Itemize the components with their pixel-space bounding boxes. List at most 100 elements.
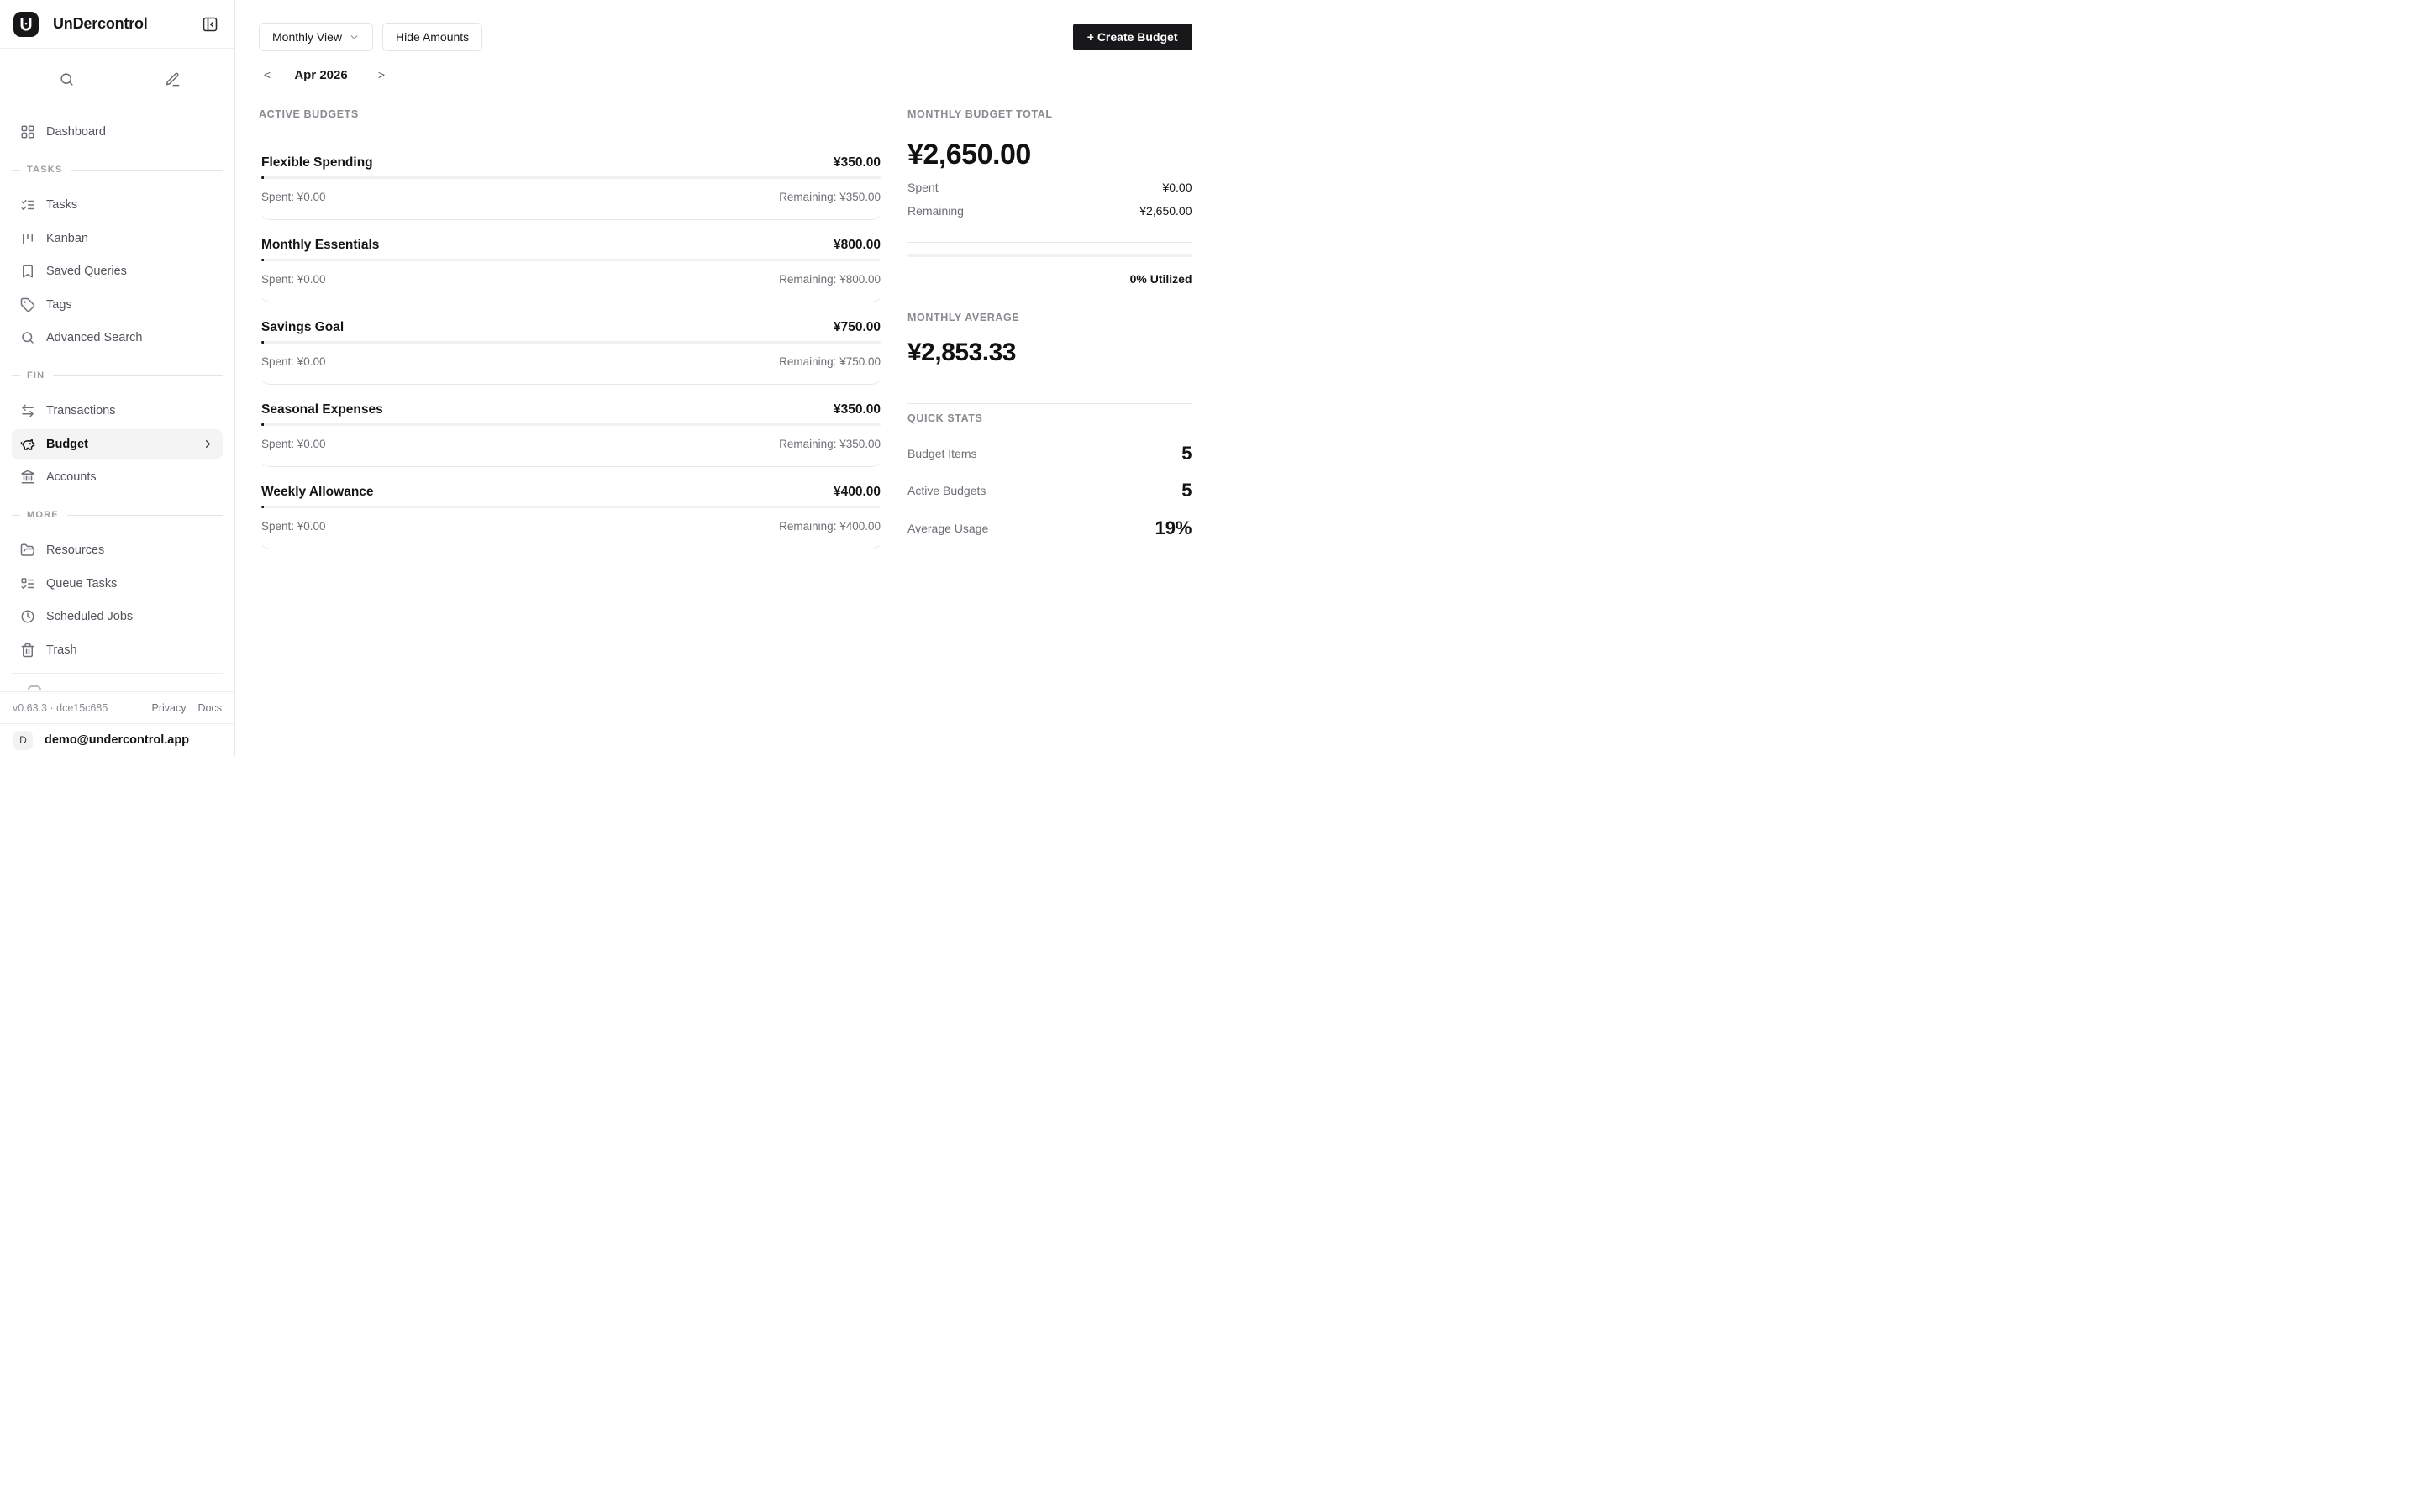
stat-value: 5: [1181, 480, 1192, 501]
budget-card[interactable]: Savings Goal ¥750.00 Spent: ¥0.00 Remain…: [259, 303, 883, 385]
view-selector-dropdown[interactable]: Monthly View: [259, 23, 373, 51]
sidebar-item-label: Resources: [46, 543, 104, 557]
budget-progress-bar: [261, 423, 881, 426]
sidebar-item-queue-tasks[interactable]: Queue Tasks: [12, 569, 223, 599]
stat-value: 5: [1181, 443, 1192, 465]
sidebar-item-dashboard[interactable]: Dashboard: [12, 117, 223, 147]
sidebar-item-scheduled-jobs[interactable]: Scheduled Jobs: [12, 601, 223, 632]
budget-remaining: Remaining: ¥750.00: [779, 355, 881, 368]
docs-link[interactable]: Docs: [198, 702, 222, 714]
avatar: D: [13, 731, 33, 750]
sidebar-item-label: Scheduled Jobs: [46, 610, 133, 623]
sidebar-item-budget[interactable]: Budget: [12, 429, 223, 459]
budget-list: Flexible Spending ¥350.00 Spent: ¥0.00 R…: [259, 139, 883, 549]
sidebar-nav: Dashboard TASKS Tasks: [0, 102, 234, 691]
budget-amount: ¥750.00: [834, 320, 881, 335]
sidebar-item-label: Kanban: [46, 232, 88, 245]
app-window: UnDercontrol: [0, 0, 1210, 756]
section-tasks-items: Tasks Kanban Saved: [12, 190, 223, 353]
sidebar-item-tasks[interactable]: Tasks: [12, 190, 223, 220]
budget-name: Savings Goal: [261, 320, 344, 335]
budget-spent: Spent: ¥0.00: [261, 355, 326, 368]
edit-pen-icon[interactable]: [160, 67, 184, 91]
budget-progress-bar: [261, 341, 881, 344]
budget-remaining: Remaining: ¥350.00: [779, 438, 881, 450]
budget-name: Seasonal Expenses: [261, 402, 383, 417]
version-text: v0.63.3 · dce15c685: [13, 702, 108, 714]
sidebar-item-trash[interactable]: Trash: [12, 635, 223, 665]
budget-remaining: Remaining: ¥350.00: [779, 191, 881, 203]
next-month-button[interactable]: >: [373, 65, 390, 85]
sidebar-item-label: Trash: [46, 643, 77, 657]
app-logo: [13, 12, 39, 37]
budget-amount: ¥350.00: [834, 402, 881, 417]
list-checks-icon: [20, 197, 35, 213]
kanban-icon: [20, 231, 35, 246]
collapse-sidebar-icon[interactable]: [199, 13, 221, 35]
u-logo-icon: [18, 16, 34, 33]
spent-value: ¥0.00: [1162, 181, 1192, 194]
monthly-budget-total-amount: ¥2,650.00: [908, 137, 1192, 172]
budget-card[interactable]: Seasonal Expenses ¥350.00 Spent: ¥0.00 R…: [259, 386, 883, 467]
stat-label: Average Usage: [908, 522, 988, 535]
sidebar-item-label: Dashboard: [46, 125, 106, 139]
clock-icon: [20, 609, 35, 624]
budget-progress-bar: [261, 506, 881, 508]
sidebar-item-label: Accounts: [46, 470, 97, 484]
search-icon[interactable]: [55, 67, 78, 91]
arrows-left-right-icon: [20, 403, 35, 418]
active-budgets-section: ACTIVE BUDGETS Flexible Spending ¥350.00…: [259, 108, 883, 550]
section-header-fin: FIN: [12, 367, 223, 384]
panel-divider: [908, 242, 1192, 243]
sidebar-header: UnDercontrol: [0, 0, 234, 49]
hide-amounts-button[interactable]: Hide Amounts: [382, 23, 482, 51]
tag-icon: [20, 297, 35, 312]
app-title: UnDercontrol: [53, 15, 148, 33]
list-todo-icon: [20, 576, 35, 591]
sidebar-item-advanced-search[interactable]: Advanced Search: [12, 323, 223, 353]
budget-remaining: Remaining: ¥400.00: [779, 520, 881, 533]
summary-panel: MONTHLY BUDGET TOTAL ¥2,650.00 Spent ¥0.…: [908, 108, 1192, 550]
sidebar-item-transactions[interactable]: Transactions: [12, 396, 223, 426]
budget-page: Monthly View Hide Amounts + Create Budge…: [235, 0, 1210, 756]
stat-label: Budget Items: [908, 447, 977, 460]
section-header-tasks: TASKS: [12, 161, 223, 178]
user-email: demo@undercontrol.app: [45, 733, 189, 747]
month-navigation: < Apr 2026 >: [259, 65, 1192, 85]
panel-divider: [908, 403, 1192, 404]
section-fin-items: Transactions Budget: [12, 396, 223, 492]
budget-remaining: Remaining: ¥800.00: [779, 273, 881, 286]
budget-name: Weekly Allowance: [261, 485, 374, 500]
active-budgets-heading: ACTIVE BUDGETS: [259, 108, 883, 123]
monthly-budget-total-heading: MONTHLY BUDGET TOTAL: [908, 108, 1192, 123]
sidebar-item-label: Tags: [46, 298, 72, 312]
sidebar-item-tags[interactable]: Tags: [12, 290, 223, 320]
prev-month-button[interactable]: <: [259, 65, 276, 85]
budget-card[interactable]: Weekly Allowance ¥400.00 Spent: ¥0.00 Re…: [259, 468, 883, 549]
stat-label: Active Budgets: [908, 484, 986, 497]
create-budget-button[interactable]: + Create Budget: [1073, 24, 1192, 50]
sidebar-item-label: Queue Tasks: [46, 577, 117, 591]
budget-card[interactable]: Monthly Essentials ¥800.00 Spent: ¥0.00 …: [259, 221, 883, 302]
section-header-more: MORE: [12, 507, 223, 523]
sidebar: UnDercontrol: [0, 0, 235, 756]
current-month-label: Apr 2026: [291, 68, 351, 82]
sidebar-item-label: Tasks: [46, 198, 77, 212]
budget-amount: ¥400.00: [834, 485, 881, 500]
sidebar-item-kanban[interactable]: Kanban: [12, 223, 223, 254]
bank-icon: [20, 470, 35, 485]
clipped-menu-item: [12, 685, 223, 690]
user-menu[interactable]: D demo@undercontrol.app: [0, 723, 234, 756]
sidebar-item-label: Advanced Search: [46, 331, 142, 344]
sidebar-item-label: Saved Queries: [46, 265, 127, 278]
budget-progress-bar: [261, 259, 881, 261]
budget-card[interactable]: Flexible Spending ¥350.00 Spent: ¥0.00 R…: [259, 139, 883, 220]
budget-spent: Spent: ¥0.00: [261, 438, 326, 450]
sidebar-item-resources[interactable]: Resources: [12, 535, 223, 565]
section-more-items: Resources Queue Tasks: [12, 535, 223, 665]
sidebar-item-accounts[interactable]: Accounts: [12, 462, 223, 492]
sidebar-item-saved-queries[interactable]: Saved Queries: [12, 256, 223, 286]
stat-row-budget-items: Budget Items 5: [908, 442, 1192, 465]
monthly-average-heading: MONTHLY AVERAGE: [908, 312, 1192, 327]
privacy-link[interactable]: Privacy: [152, 702, 187, 714]
